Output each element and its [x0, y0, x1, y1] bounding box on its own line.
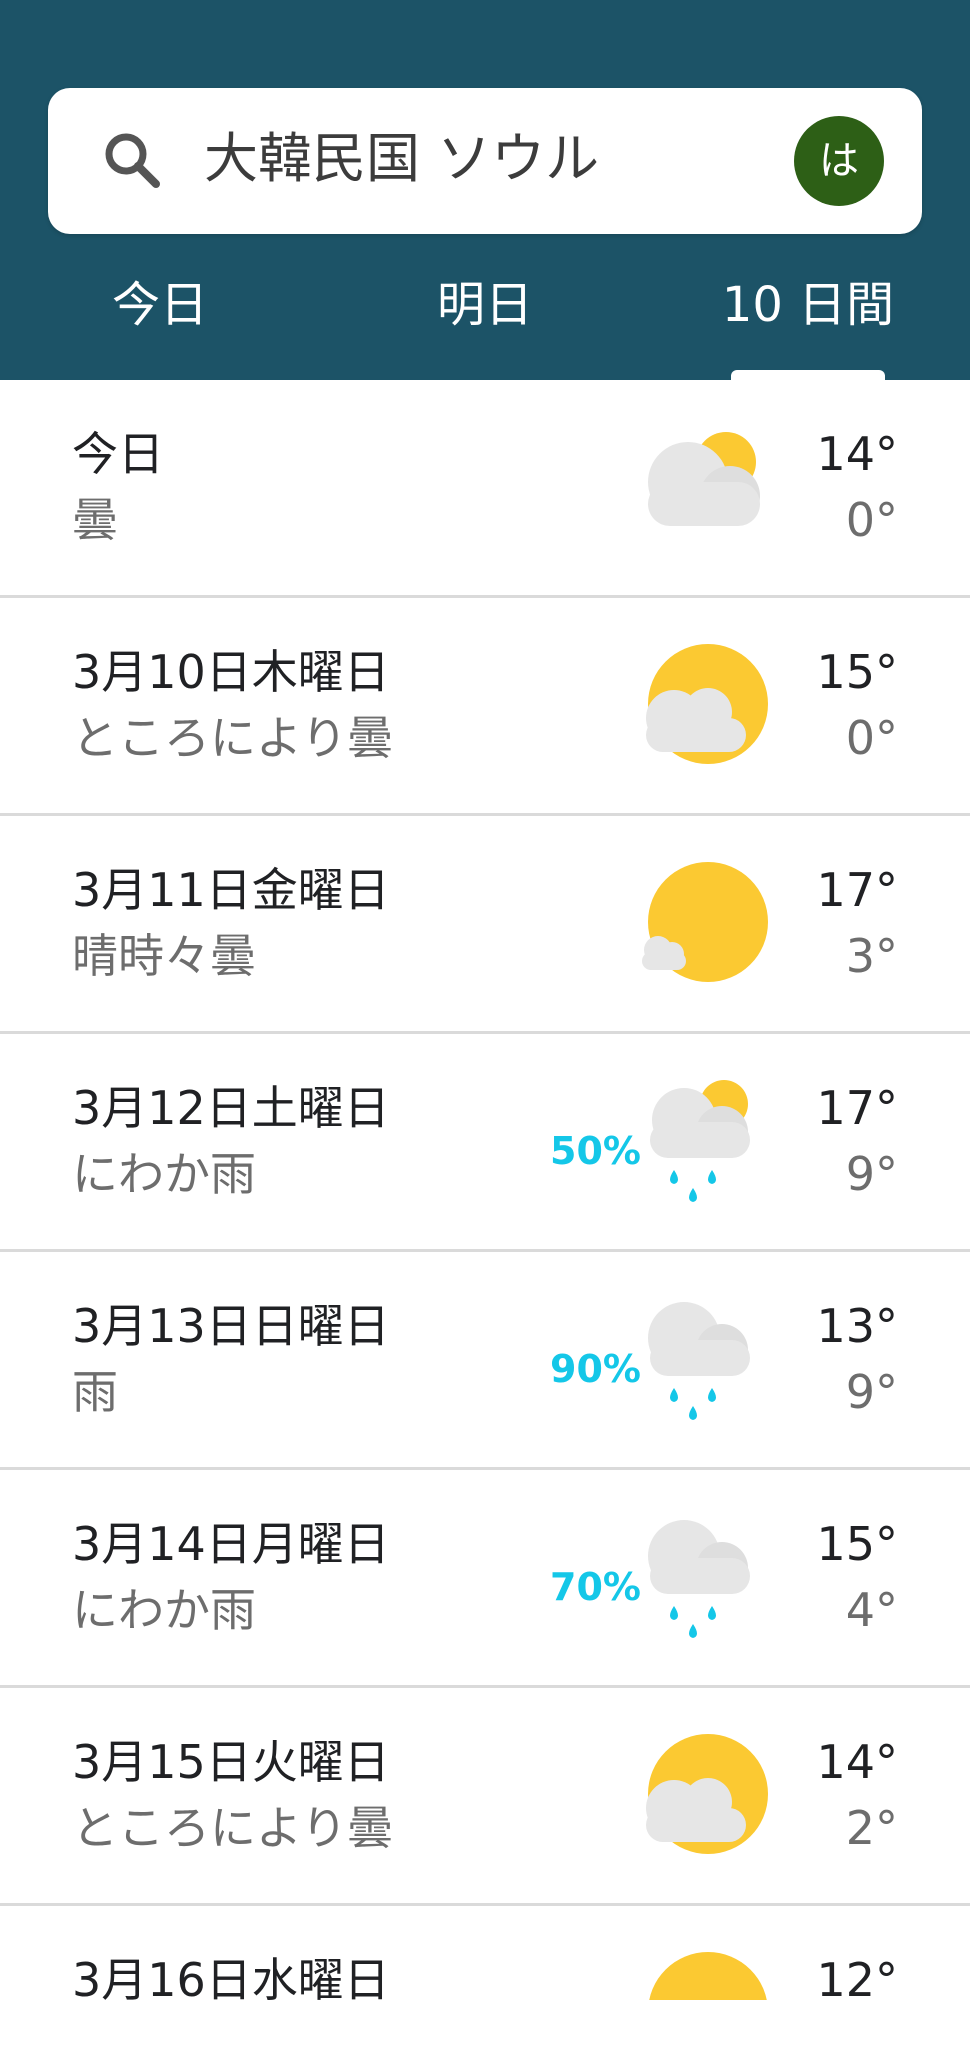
app-header: 大韓民国 ソウル は 今日 明日 10 日間 [0, 0, 970, 380]
forecast-date: 3月14日月曜日 [72, 1517, 390, 1571]
tab-tomorrow[interactable]: 明日 [355, 270, 615, 340]
forecast-row[interactable]: 今日 曇 14° 0° [0, 380, 970, 598]
precip-probability: 70% [550, 1565, 641, 1609]
forecast-date: 3月15日火曜日 [72, 1735, 390, 1789]
forecast-high: 17° [816, 1081, 898, 1135]
forecast-high: 17° [816, 863, 898, 917]
forecast-row[interactable]: 3月16日水曜日 12° [0, 1906, 970, 2000]
forecast-list: 今日 曇 14° 0° 3月10日木曜日 ところにより曇 15° 0° 3月11… [0, 380, 970, 2000]
forecast-high: 12° [816, 1953, 898, 2000]
forecast-row[interactable]: 3月12日土曜日 にわか雨 50% 17° 9° [0, 1034, 970, 1252]
forecast-date: 3月10日木曜日 [72, 645, 390, 699]
forecast-low: 0° [845, 711, 898, 765]
forecast-high: 15° [816, 645, 898, 699]
mostly-sunny-icon [642, 862, 768, 982]
forecast-low: 0° [845, 493, 898, 547]
tab-10-days[interactable]: 10 日間 [678, 270, 938, 340]
search-icon[interactable] [100, 128, 164, 192]
rain-icon [648, 1302, 750, 1420]
avatar[interactable]: は [794, 116, 884, 206]
tab-today[interactable]: 今日 [30, 270, 290, 340]
forecast-row[interactable]: 3月15日火曜日 ところにより曇 14° 2° [0, 1688, 970, 1906]
forecast-high: 14° [816, 1735, 898, 1789]
forecast-low: 9° [845, 1147, 898, 1201]
forecast-high: 15° [816, 1517, 898, 1571]
forecast-condition: にわか雨 [72, 1147, 256, 1201]
forecast-row[interactable]: 3月13日日曜日 雨 90% 13° 9° [0, 1252, 970, 1470]
forecast-low: 4° [845, 1583, 898, 1637]
forecast-high: 13° [816, 1299, 898, 1353]
partly-cloudy-icon [646, 644, 768, 764]
forecast-row[interactable]: 3月14日月曜日 にわか雨 70% 15° 4° [0, 1470, 970, 1688]
forecast-low: 9° [845, 1365, 898, 1419]
sun-showers-icon [650, 1080, 750, 1202]
forecast-date: 3月11日金曜日 [72, 863, 390, 917]
sun-icon [649, 1952, 767, 2000]
precip-probability: 50% [550, 1129, 641, 1173]
partly-cloudy-icon [646, 1734, 768, 1854]
forecast-condition: 曇 [72, 493, 118, 547]
forecast-low: 2° [845, 1801, 898, 1855]
forecast-low: 3° [845, 929, 898, 983]
precip-probability: 90% [550, 1347, 641, 1391]
rain-icon [648, 1520, 750, 1638]
forecast-date: 3月13日日曜日 [72, 1299, 390, 1353]
forecast-condition: 雨 [72, 1365, 118, 1419]
tab-indicator [731, 370, 885, 380]
forecast-condition: ところにより曇 [72, 711, 394, 765]
forecast-date: 3月12日土曜日 [72, 1081, 390, 1135]
forecast-row[interactable]: 3月10日木曜日 ところにより曇 15° 0° [0, 598, 970, 816]
forecast-condition: 晴時々曇 [72, 929, 256, 983]
forecast-condition: にわか雨 [72, 1583, 256, 1637]
search-query[interactable]: 大韓民国 ソウル [204, 124, 599, 194]
forecast-high: 14° [816, 427, 898, 481]
forecast-date: 今日 [72, 427, 164, 481]
cloudy-sun-icon [648, 432, 760, 526]
forecast-date: 3月16日水曜日 [72, 1953, 390, 2000]
forecast-condition: ところにより曇 [72, 1801, 394, 1855]
forecast-row[interactable]: 3月11日金曜日 晴時々曇 17° 3° [0, 816, 970, 1034]
